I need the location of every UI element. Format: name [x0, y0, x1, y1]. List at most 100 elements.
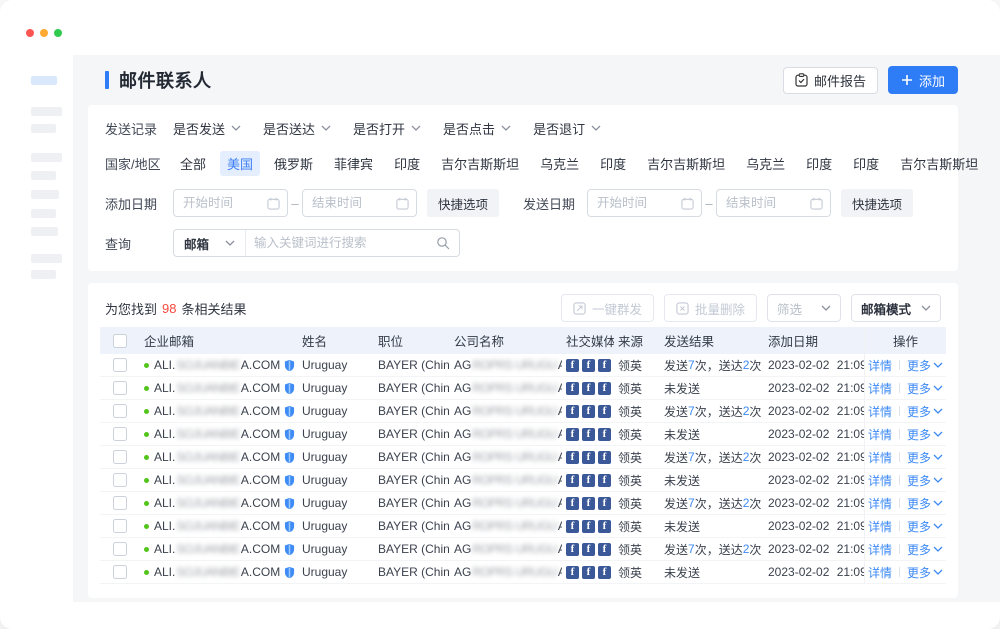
end-date-input[interactable] — [726, 196, 806, 210]
query-type-select[interactable]: 邮箱 — [174, 230, 246, 256]
detail-link[interactable]: 详情 — [868, 357, 892, 374]
facebook-icon[interactable]: f — [598, 451, 611, 464]
more-link[interactable]: 更多 — [907, 449, 943, 466]
quick-options-button[interactable]: 快捷选项 — [841, 189, 913, 217]
facebook-icon[interactable]: f — [566, 405, 579, 418]
add-button[interactable]: 添加 — [888, 66, 958, 94]
facebook-icon[interactable]: f — [582, 566, 595, 579]
end-date-input[interactable] — [312, 196, 392, 210]
detail-link[interactable]: 详情 — [868, 472, 892, 489]
mailbox-mode-select[interactable]: 邮箱模式 — [851, 294, 941, 322]
send-filter-dropdown[interactable]: 是否点击 — [443, 119, 511, 138]
bulk-send-button[interactable]: 一键群发 — [561, 294, 654, 322]
facebook-icon[interactable]: f — [566, 497, 579, 510]
facebook-icon[interactable]: f — [598, 382, 611, 395]
detail-link[interactable]: 详情 — [868, 426, 892, 443]
country-chip[interactable]: 美国 — [220, 151, 260, 176]
send-filter-dropdown[interactable]: 是否送达 — [263, 119, 331, 138]
mail-report-button[interactable]: 邮件报告 — [783, 67, 878, 94]
start-date-input[interactable] — [597, 196, 677, 210]
more-link[interactable]: 更多 — [907, 426, 943, 443]
search-input[interactable] — [246, 236, 432, 250]
country-chip[interactable]: 乌克兰 — [533, 151, 586, 176]
detail-link[interactable]: 详情 — [868, 564, 892, 581]
send-filter-dropdown[interactable]: 是否打开 — [353, 119, 421, 138]
more-link[interactable]: 更多 — [907, 403, 943, 420]
more-link[interactable]: 更多 — [907, 541, 943, 558]
country-chip[interactable]: 吉尔吉斯斯坦 — [640, 151, 732, 176]
facebook-icon[interactable]: f — [566, 451, 579, 464]
more-link[interactable]: 更多 — [907, 472, 943, 489]
row-checkbox[interactable] — [113, 519, 127, 533]
row-checkbox[interactable] — [113, 473, 127, 487]
facebook-icon[interactable]: f — [598, 474, 611, 487]
facebook-icon[interactable]: f — [598, 428, 611, 441]
bulk-delete-button[interactable]: 批量删除 — [664, 294, 757, 322]
facebook-icon[interactable]: f — [598, 359, 611, 372]
country-chip[interactable]: 吉尔吉斯斯坦 — [893, 151, 985, 176]
facebook-icon[interactable]: f — [582, 497, 595, 510]
send-filter-dropdown[interactable]: 是否退订 — [533, 119, 601, 138]
facebook-icon[interactable]: f — [598, 543, 611, 556]
minimize-button[interactable] — [40, 29, 48, 37]
detail-link[interactable]: 详情 — [868, 518, 892, 535]
close-button[interactable] — [26, 29, 34, 37]
facebook-icon[interactable]: f — [566, 382, 579, 395]
detail-link[interactable]: 详情 — [868, 449, 892, 466]
country-chip[interactable]: 乌克兰 — [739, 151, 792, 176]
more-link[interactable]: 更多 — [907, 357, 943, 374]
row-checkbox[interactable] — [113, 427, 127, 441]
facebook-icon[interactable]: f — [582, 520, 595, 533]
detail-link[interactable]: 详情 — [868, 541, 892, 558]
facebook-icon[interactable]: f — [566, 359, 579, 372]
facebook-icon[interactable]: f — [582, 543, 595, 556]
facebook-icon[interactable]: f — [582, 359, 595, 372]
country-chip[interactable]: 印度 — [593, 151, 633, 176]
facebook-icon[interactable]: f — [598, 520, 611, 533]
quick-options-button[interactable]: 快捷选项 — [427, 189, 499, 217]
facebook-icon[interactable]: f — [582, 428, 595, 441]
row-checkbox[interactable] — [113, 450, 127, 464]
facebook-icon[interactable]: f — [582, 405, 595, 418]
facebook-icon[interactable]: f — [566, 543, 579, 556]
row-checkbox[interactable] — [113, 358, 127, 372]
facebook-icon[interactable]: f — [598, 566, 611, 579]
select-all-checkbox[interactable] — [113, 334, 127, 348]
zoom-button[interactable] — [54, 29, 62, 37]
end-date-field[interactable] — [302, 189, 417, 217]
detail-link[interactable]: 详情 — [868, 380, 892, 397]
facebook-icon[interactable]: f — [566, 428, 579, 441]
facebook-icon[interactable]: f — [566, 520, 579, 533]
country-chip[interactable]: 俄罗斯 — [267, 151, 320, 176]
facebook-icon[interactable]: f — [566, 566, 579, 579]
row-checkbox[interactable] — [113, 496, 127, 510]
more-link[interactable]: 更多 — [907, 495, 943, 512]
facebook-icon[interactable]: f — [598, 497, 611, 510]
facebook-icon[interactable]: f — [598, 405, 611, 418]
send-filter-dropdown[interactable]: 是否发送 — [173, 119, 241, 138]
start-date-input[interactable] — [183, 196, 263, 210]
country-chip[interactable]: 乌克兰 — [992, 151, 1000, 176]
facebook-icon[interactable]: f — [566, 474, 579, 487]
row-checkbox[interactable] — [113, 542, 127, 556]
filter-select[interactable]: 筛选 — [767, 294, 841, 322]
end-date-field[interactable] — [716, 189, 831, 217]
facebook-icon[interactable]: f — [582, 451, 595, 464]
row-checkbox[interactable] — [113, 565, 127, 579]
country-chip[interactable]: 印度 — [387, 151, 427, 176]
row-checkbox[interactable] — [113, 404, 127, 418]
more-link[interactable]: 更多 — [907, 518, 943, 535]
row-checkbox[interactable] — [113, 381, 127, 395]
search-icon[interactable] — [432, 236, 459, 250]
facebook-icon[interactable]: f — [582, 474, 595, 487]
detail-link[interactable]: 详情 — [868, 495, 892, 512]
country-chip[interactable]: 菲律宾 — [327, 151, 380, 176]
detail-link[interactable]: 详情 — [868, 403, 892, 420]
more-link[interactable]: 更多 — [907, 380, 943, 397]
country-chip[interactable]: 吉尔吉斯斯坦 — [434, 151, 526, 176]
start-date-field[interactable] — [173, 189, 288, 217]
country-chip[interactable]: 印度 — [799, 151, 839, 176]
country-chip[interactable]: 印度 — [846, 151, 886, 176]
start-date-field[interactable] — [587, 189, 702, 217]
country-chip[interactable]: 全部 — [173, 151, 213, 176]
